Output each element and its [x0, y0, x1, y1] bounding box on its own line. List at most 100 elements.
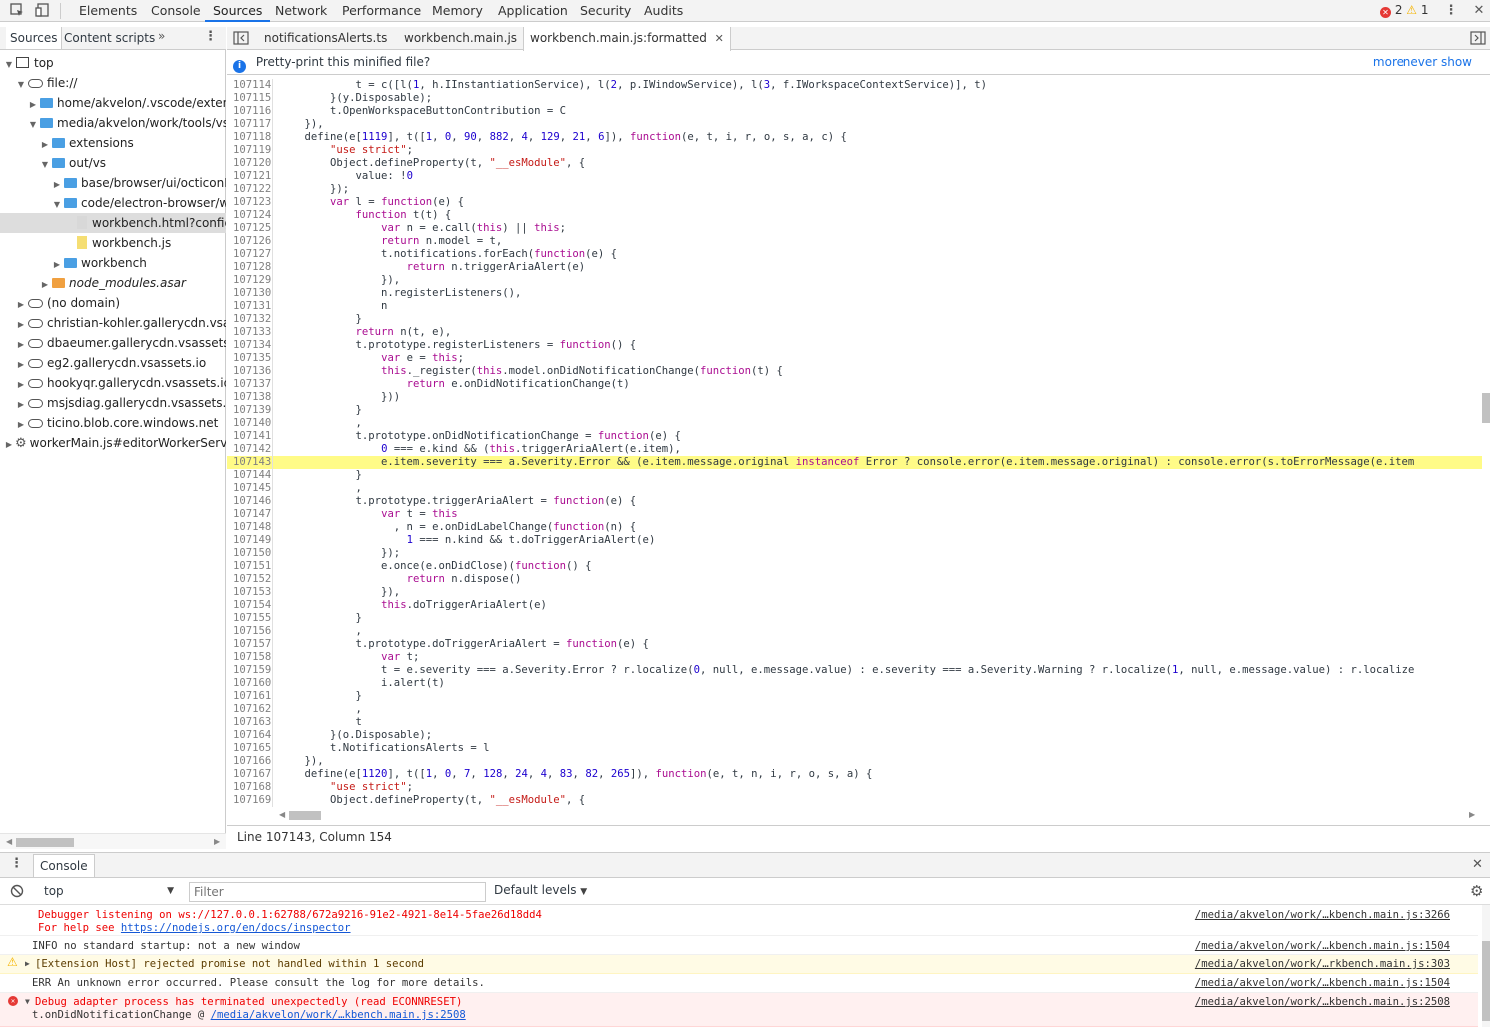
collapsed-arrow-icon[interactable]: ▶: [16, 375, 26, 393]
expanded-arrow-icon[interactable]: ▼: [4, 55, 14, 73]
message-link[interactable]: /media/akvelon/work/…kbench.main.js:2508: [211, 1009, 466, 1021]
code-line[interactable]: 107156 ,: [227, 625, 1482, 638]
code-line[interactable]: 107125 var n = e.call(this) || this;: [227, 222, 1482, 235]
line-number[interactable]: 107163: [227, 716, 273, 729]
tab-console[interactable]: Console: [143, 0, 209, 22]
line-number[interactable]: 107162: [227, 703, 273, 716]
line-number[interactable]: 107131: [227, 300, 273, 313]
expanded-arrow-icon[interactable]: ▼: [16, 75, 26, 93]
line-number[interactable]: 107118: [227, 131, 273, 144]
more-link[interactable]: more: [1373, 51, 1404, 74]
line-number[interactable]: 107150: [227, 547, 273, 560]
code-line[interactable]: 107144 }: [227, 469, 1482, 482]
line-number[interactable]: 107132: [227, 313, 273, 326]
line-number[interactable]: 107156: [227, 625, 273, 638]
code-line[interactable]: 107117 }),: [227, 118, 1482, 131]
tab-sources[interactable]: Sources: [6, 27, 63, 49]
code-line[interactable]: 107152 return n.dispose(): [227, 573, 1482, 586]
navigator-scroll-thumb[interactable]: [16, 838, 74, 847]
code-line[interactable]: 107126 return n.model = t,: [227, 235, 1482, 248]
line-number[interactable]: 107124: [227, 209, 273, 222]
code-line[interactable]: 107130 n.registerListeners(),: [227, 287, 1482, 300]
line-number[interactable]: 107117: [227, 118, 273, 131]
code-line[interactable]: 107162 ,: [227, 703, 1482, 716]
line-number[interactable]: 107127: [227, 248, 273, 261]
line-number[interactable]: 107130: [227, 287, 273, 300]
code-line[interactable]: 107159 t = e.severity === a.Severity.Err…: [227, 664, 1482, 677]
code-line[interactable]: 107127 t.notifications.forEach(function(…: [227, 248, 1482, 261]
close-tab-icon[interactable]: ✕: [715, 32, 724, 45]
code-line[interactable]: 107133 return n(t, e),: [227, 326, 1482, 339]
line-number[interactable]: 107125: [227, 222, 273, 235]
tree-item[interactable]: ▶ base/browser/ui/octiconL: [0, 173, 226, 193]
line-number[interactable]: 107119: [227, 144, 273, 157]
tree-item[interactable]: ▶ hookyqr.gallerycdn.vsassets.io: [0, 373, 226, 393]
code-line[interactable]: 107164 }(o.Disposable);: [227, 729, 1482, 742]
code-line[interactable]: 107137 return e.onDidNotificationChange(…: [227, 378, 1482, 391]
line-number[interactable]: 107126: [227, 235, 273, 248]
line-number[interactable]: 107155: [227, 612, 273, 625]
message-source-link[interactable]: /media/akvelon/work/…kbench.main.js:2508: [1195, 996, 1450, 1009]
code-line[interactable]: 107167 define(e[1120], t([1, 0, 7, 128, …: [227, 768, 1482, 781]
message-source-link[interactable]: /media/akvelon/work/…kbench.main.js:1504: [1195, 940, 1450, 953]
code-line[interactable]: 107136 this._register(this.model.onDidNo…: [227, 365, 1482, 378]
code-line[interactable]: 107138 })): [227, 391, 1482, 404]
line-number[interactable]: 107121: [227, 170, 273, 183]
tree-item[interactable]: ▶ msjsdiag.gallerycdn.vsassets.io: [0, 393, 226, 413]
code-line[interactable]: 107150 });: [227, 547, 1482, 560]
tab-application[interactable]: Application: [490, 0, 576, 22]
code-line[interactable]: 107166 }),: [227, 755, 1482, 768]
expand-arrow-icon[interactable]: ▼: [25, 995, 30, 1008]
context-selector[interactable]: top ▼: [36, 881, 178, 901]
code-line[interactable]: 107141 t.prototype.onDidNotificationChan…: [227, 430, 1482, 443]
line-number[interactable]: 107114: [227, 79, 273, 92]
code-line[interactable]: 107153 }),: [227, 586, 1482, 599]
line-number[interactable]: 107168: [227, 781, 273, 794]
code-line[interactable]: 107154 this.doTriggerAriaAlert(e): [227, 599, 1482, 612]
code-line[interactable]: 107165 t.NotificationsAlerts = l: [227, 742, 1482, 755]
collapsed-arrow-icon[interactable]: ▶: [16, 355, 26, 373]
expanded-arrow-icon[interactable]: ▼: [28, 115, 38, 133]
line-number[interactable]: 107138: [227, 391, 273, 404]
code-view[interactable]: 107114 t = c([l(1, h.IInstantiationServi…: [227, 79, 1482, 835]
tab-sources[interactable]: Sources: [205, 0, 271, 22]
code-line[interactable]: 107163 t: [227, 716, 1482, 729]
tree-item[interactable]: ▼ media/akvelon/work/tools/vsc: [0, 113, 226, 133]
line-number[interactable]: 107135: [227, 352, 273, 365]
collapsed-arrow-icon[interactable]: ▶: [4, 435, 14, 453]
editor-vscroll-thumb[interactable]: [1482, 393, 1490, 423]
scroll-right-icon[interactable]: ▶: [214, 837, 220, 846]
code-line[interactable]: 107128 return n.triggerAriaAlert(e): [227, 261, 1482, 274]
line-number[interactable]: 107141: [227, 430, 273, 443]
tab-security[interactable]: Security: [572, 0, 639, 22]
line-number[interactable]: 107152: [227, 573, 273, 586]
tree-item[interactable]: ▶ extensions: [0, 133, 226, 153]
collapsed-arrow-icon[interactable]: ▶: [52, 255, 62, 273]
tree-item[interactable]: ▼ out/vs: [0, 153, 226, 173]
tree-item[interactable]: ▶ eg2.gallerycdn.vsassets.io: [0, 353, 226, 373]
message-link[interactable]: https://nodejs.org/en/docs/inspector: [121, 922, 351, 934]
code-line[interactable]: 107132 }: [227, 313, 1482, 326]
line-number[interactable]: 107140: [227, 417, 273, 430]
line-number[interactable]: 107154: [227, 599, 273, 612]
code-line[interactable]: 107155 }: [227, 612, 1482, 625]
code-line[interactable]: 107118 define(e[1119], t([1, 0, 90, 882,…: [227, 131, 1482, 144]
line-number[interactable]: 107145: [227, 482, 273, 495]
line-number[interactable]: 107149: [227, 534, 273, 547]
tree-item[interactable]: ▶ ⚙ workerMain.js#editorWorkerServic: [0, 433, 226, 453]
tree-item[interactable]: ▼ top: [0, 53, 226, 73]
tab-notifications-alerts[interactable]: notificationsAlerts.ts: [258, 27, 393, 50]
code-line[interactable]: 107160 i.alert(t): [227, 677, 1482, 690]
scroll-left-icon[interactable]: ◀: [6, 837, 12, 846]
navigator-menu-icon[interactable]: ⋮: [204, 29, 217, 44]
tab-workbench-main-formatted[interactable]: workbench.main.js:formatted ✕: [523, 27, 731, 51]
hscroll-left-icon[interactable]: ◀: [279, 810, 285, 819]
inspect-element-icon[interactable]: [8, 2, 26, 20]
hscroll-right-icon[interactable]: ▶: [1469, 810, 1475, 819]
tree-item[interactable]: ▶ ticino.blob.core.windows.net: [0, 413, 226, 433]
code-line[interactable]: 107129 }),: [227, 274, 1482, 287]
line-number[interactable]: 107143: [227, 456, 273, 469]
tab-audits[interactable]: Audits: [636, 0, 691, 22]
console-scroll-thumb[interactable]: [1482, 941, 1490, 1021]
tree-item[interactable]: ▶ dbaeumer.gallerycdn.vsassets.io: [0, 333, 226, 353]
